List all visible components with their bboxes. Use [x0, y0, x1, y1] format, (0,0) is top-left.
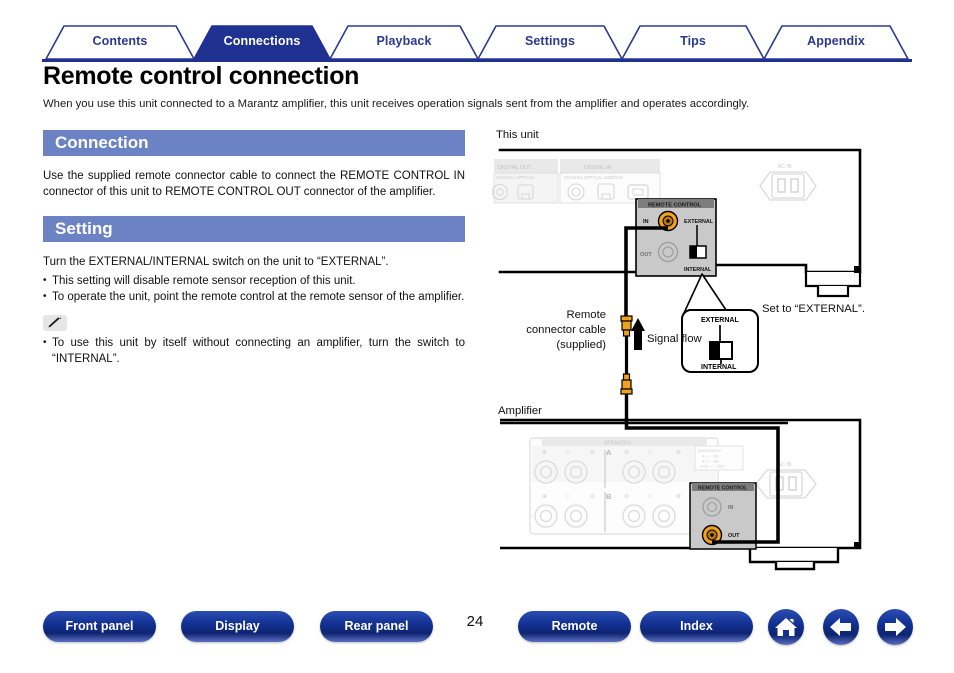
svg-text:□: □ — [566, 450, 570, 456]
svg-text:⊕: ⊕ — [542, 450, 547, 456]
tab-connections[interactable]: Connections — [194, 34, 330, 48]
index-button[interactable]: Index — [640, 611, 753, 642]
note-bullet-list: To use this unit by itself without conne… — [43, 335, 465, 367]
svg-text:DIGITAL OUT: DIGITAL OUT — [498, 165, 532, 171]
pencil-note-icon — [43, 315, 67, 332]
list-item: To use this unit by itself without conne… — [43, 335, 465, 367]
svg-text:AC IN: AC IN — [778, 462, 792, 468]
diagram-label-this-unit: This unit — [496, 129, 539, 141]
signal-flow-arrow — [631, 318, 645, 350]
svg-text:COAXIAL OPTICAL USB/DAC: COAXIAL OPTICAL USB/DAC — [564, 175, 623, 180]
connection-diagram: DIGITAL OUT DIGITAL IN COAXIAL OPTICAL C… — [488, 128, 928, 588]
section-heading-setting: Setting — [43, 216, 465, 243]
diagram-svg: DIGITAL OUT DIGITAL IN COAXIAL OPTICAL C… — [491, 148, 862, 571]
cable-label-line1: Remote — [566, 309, 606, 321]
amp-ac-in: AC IN — [755, 462, 817, 499]
display-button[interactable]: Display — [181, 611, 294, 642]
svg-text:INTERNAL: INTERNAL — [684, 267, 712, 273]
svg-text:□: □ — [566, 494, 570, 500]
svg-text:⊖: ⊖ — [624, 494, 629, 500]
back-arrow-icon — [830, 618, 851, 636]
list-item: This setting will disable remote sensor … — [43, 273, 465, 289]
amp-zone-b: B — [606, 492, 612, 501]
svg-text:EXTERNAL: EXTERNAL — [684, 219, 714, 225]
svg-text:□: □ — [648, 450, 652, 456]
pencil-icon — [48, 317, 62, 328]
front-panel-button[interactable]: Front panel — [43, 611, 156, 642]
svg-text:IN: IN — [643, 219, 649, 225]
back-button[interactable] — [823, 609, 859, 645]
amp-remote-control-block: REMOTE CONTROL IN OUT — [689, 482, 757, 550]
page-intro: When you use this unit connected to a Ma… — [43, 98, 750, 110]
forward-button[interactable] — [877, 609, 913, 645]
amp-remote-title: REMOTE CONTROL — [698, 486, 748, 492]
diagram-label-amplifier: Amplifier — [498, 405, 542, 417]
svg-text:COAXIAL OPTICAL: COAXIAL OPTICAL — [496, 175, 535, 180]
section-setting-text: Turn the EXTERNAL/INTERNAL switch on the… — [43, 256, 389, 269]
section-heading-connection: Connection — [43, 130, 465, 156]
svg-text:IMPEDANCE: IMPEDANCE — [698, 448, 722, 453]
svg-text:AC IN: AC IN — [778, 164, 792, 170]
svg-text:⊖: ⊖ — [590, 494, 595, 500]
tab-playback[interactable]: Playback — [330, 34, 478, 48]
setting-bullet-list: This setting will disable remote sensor … — [43, 273, 465, 306]
callout-set-external-text: Set to “EXTERNAL”. — [762, 303, 865, 315]
tab-tips[interactable]: Tips — [622, 34, 764, 48]
rear-panel-button[interactable]: Rear panel — [320, 611, 433, 642]
cable-label-line2: connector cable — [526, 324, 606, 336]
home-button[interactable] — [768, 609, 804, 645]
svg-text:DIGITAL IN: DIGITAL IN — [584, 165, 611, 171]
list-item: To operate the unit, point the remote co… — [43, 289, 465, 305]
amp-zone-a: A — [606, 448, 612, 457]
tab-settings[interactable]: Settings — [478, 34, 622, 48]
svg-text:SPEAKERS: SPEAKERS — [604, 441, 632, 447]
svg-text:OUT: OUT — [640, 252, 652, 258]
remote-button[interactable]: Remote — [518, 611, 631, 642]
svg-text:A+B ÷– : 16Ω: A+B ÷– : 16Ω — [700, 464, 724, 469]
unit-remote-title: REMOTE CONTROL — [648, 203, 702, 209]
forward-arrow-icon — [885, 618, 906, 636]
callout-internal-label: INTERNAL — [701, 364, 737, 371]
svg-text:□: □ — [648, 494, 652, 500]
left-column: Connection Use the supplied remote conne… — [43, 130, 465, 367]
cable-label-line3: (supplied) — [556, 339, 606, 351]
home-icon — [775, 618, 797, 636]
svg-text:⊖: ⊖ — [590, 450, 595, 456]
callout-leader-lines — [683, 273, 729, 314]
page-title: Remote control connection — [43, 62, 360, 90]
svg-text:⊕: ⊕ — [676, 450, 681, 456]
tab-contents[interactable]: Contents — [46, 34, 194, 48]
svg-text:⊖: ⊖ — [624, 450, 629, 456]
svg-text:IN: IN — [728, 505, 733, 511]
svg-text:OUT: OUT — [728, 533, 740, 539]
unit-digital-panel: DIGITAL OUT DIGITAL IN COAXIAL OPTICAL C… — [491, 159, 661, 204]
tab-appendix[interactable]: Appendix — [764, 34, 908, 48]
svg-text:⊕: ⊕ — [676, 494, 681, 500]
callout-external-label: EXTERNAL — [701, 317, 739, 324]
svg-text:⊕: ⊕ — [542, 494, 547, 500]
page-number: 24 — [466, 613, 484, 630]
section-connection-text: Use the supplied remote connector cable … — [43, 170, 465, 199]
unit-remote-control-block: REMOTE CONTROL IN OUT EXTERNAL INTERNAL — [635, 198, 717, 277]
signal-flow-label: Signal flow — [647, 333, 702, 345]
